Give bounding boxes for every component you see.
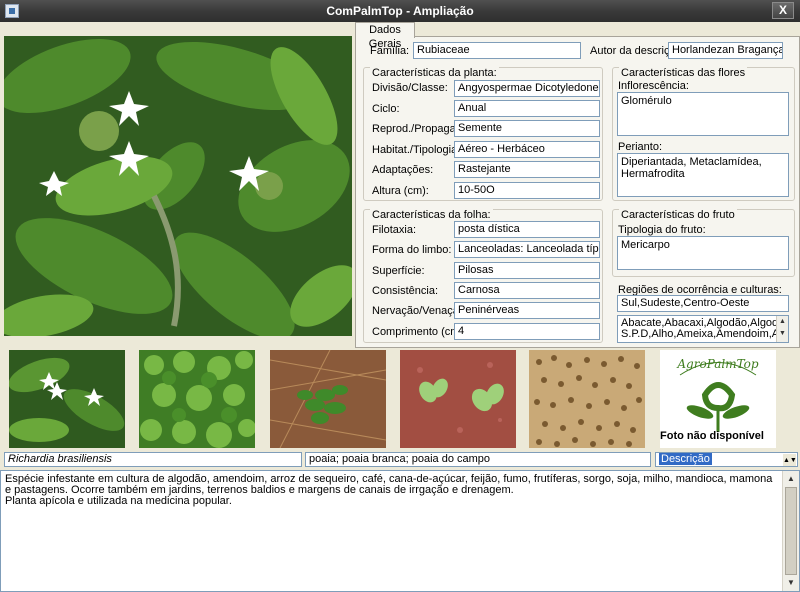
scientific-name-field[interactable]: Richardia brasiliensis: [4, 452, 302, 467]
thumbnail-2[interactable]: [139, 350, 255, 448]
description-text: Espécie infestante em cultura de algodão…: [5, 473, 773, 507]
scroll-thumb[interactable]: [785, 487, 797, 575]
view-select[interactable]: Descrição ▲▼: [655, 452, 798, 467]
tab-dados-gerais[interactable]: Dados Gerais: [355, 22, 415, 50]
flores-group-title: Características das flores: [619, 67, 748, 79]
comprimento-field[interactable]: 4: [454, 323, 600, 340]
scroll-up-icon[interactable]: ▲: [784, 472, 798, 486]
culturas-scrollbar[interactable]: ▲ ▼: [776, 316, 788, 342]
thumbnail-4[interactable]: [400, 350, 516, 448]
close-button[interactable]: X: [772, 2, 794, 19]
regioes-field[interactable]: Sul,Sudeste,Centro-Oeste: [617, 295, 789, 312]
logo-text: AgroPalmTop: [676, 357, 759, 371]
adaptacoes-field[interactable]: Rastejante: [454, 161, 600, 178]
nervacao-field[interactable]: Peninérveas: [454, 302, 600, 319]
ciclo-field[interactable]: Anual: [454, 100, 600, 117]
tab-panel: Família: Rubiaceae Autor da descrição: H…: [355, 36, 800, 348]
thumbnail-1[interactable]: [9, 350, 125, 448]
consistencia-field[interactable]: Carnosa: [454, 282, 600, 299]
altura-field[interactable]: 10-50O: [454, 182, 600, 199]
filotaxia-field[interactable]: posta dística: [454, 221, 600, 238]
thumbnail-5[interactable]: [529, 350, 645, 448]
forma-limbo-field[interactable]: Lanceoladas: Lanceolada típica: [454, 241, 600, 258]
ciclo-label: Ciclo:: [372, 103, 400, 115]
superficie-label: Superfície:: [372, 265, 425, 277]
comprimento-label: Comprimento (cm):: [372, 326, 467, 338]
familia-field[interactable]: Rubiaceae: [413, 42, 581, 59]
tipologia-fruto-field[interactable]: Mericarpo: [617, 236, 789, 270]
main-plant-photo: [4, 36, 352, 336]
common-names-field[interactable]: poaia; poaia branca; poaia do campo: [305, 452, 651, 467]
fruto-group-title: Características do fruto: [619, 209, 737, 221]
planta-group-title: Características da planta:: [370, 67, 499, 79]
scroll-down-icon[interactable]: ▼: [777, 328, 788, 340]
consistencia-label: Consistência:: [372, 285, 439, 297]
perianto-field[interactable]: Diperiantada, Metaclamídea, Hermafrodita: [617, 153, 789, 197]
view-select-value: Descrição: [659, 453, 712, 465]
folha-group-title: Características da folha:: [370, 209, 493, 221]
forma-limbo-label: Forma do limbo:: [372, 244, 452, 256]
thumbnail-3[interactable]: [270, 350, 386, 448]
autor-field[interactable]: Horlandezan Bragança: [668, 42, 783, 59]
adaptacoes-label: Adaptações:: [372, 164, 434, 176]
tipologia-fruto-label: Tipologia do fruto:: [618, 224, 706, 236]
perianto-label: Perianto:: [618, 141, 663, 153]
habitat-label: Habitat./Tipologia:: [372, 144, 461, 156]
window-title: ComPalmTop - Ampliação: [326, 4, 474, 18]
filotaxia-label: Filotaxia:: [372, 224, 417, 236]
title-bar: ComPalmTop - Ampliação X: [0, 0, 800, 22]
altura-label: Altura (cm):: [372, 185, 429, 197]
scroll-up-icon[interactable]: ▲: [777, 316, 788, 328]
inflorescencia-field[interactable]: Glomérulo: [617, 92, 789, 136]
habitat-field[interactable]: Aéreo - Herbáceo: [454, 141, 600, 158]
scroll-down-icon[interactable]: ▼: [784, 576, 798, 590]
superficie-field[interactable]: Pilosas: [454, 262, 600, 279]
culturas-list[interactable]: Abacate,Abacaxi,Algodão,Algodão S.P.D,Al…: [617, 315, 789, 343]
inflorescencia-label: Inflorescência:: [618, 80, 689, 92]
divisao-field[interactable]: Angyospermae Dicotyledoneae: [454, 80, 600, 97]
description-scrollbar[interactable]: ▲ ▼: [782, 471, 799, 591]
chevron-updown-icon[interactable]: ▲▼: [783, 454, 797, 466]
logo-caption: Foto não disponível: [660, 430, 764, 442]
divisao-label: Divisão/Classe:: [372, 82, 448, 94]
reprod-field[interactable]: Semente: [454, 120, 600, 137]
description-area[interactable]: Espécie infestante em cultura de algodão…: [0, 470, 800, 592]
culturas-text: Abacate,Abacaxi,Algodão,Algodão S.P.D,Al…: [621, 317, 789, 340]
